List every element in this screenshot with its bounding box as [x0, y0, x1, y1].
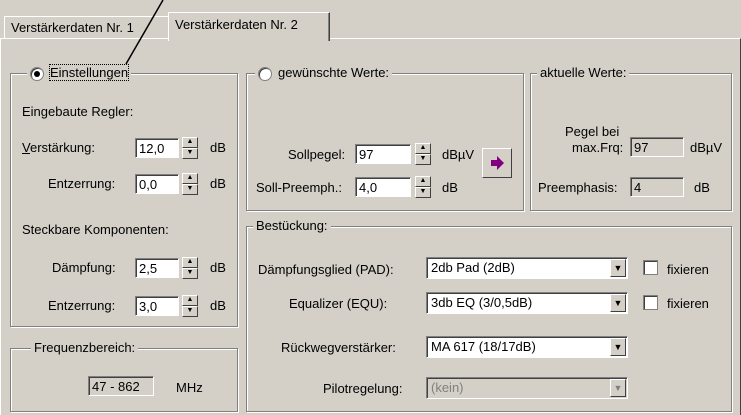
annotation-pointer-line	[125, 0, 164, 65]
